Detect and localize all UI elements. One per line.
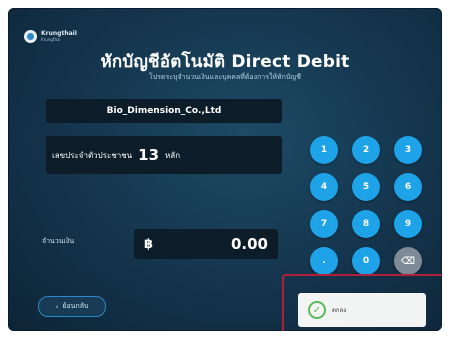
id-suffix: หลัก xyxy=(165,150,181,160)
key-1[interactable]: 1 xyxy=(310,136,338,164)
key-8[interactable]: 8 xyxy=(352,210,380,238)
company-name-field: Bio_Dimension_Co.,Ltd xyxy=(46,99,282,123)
key-9[interactable]: 9 xyxy=(394,210,422,238)
key-5[interactable]: 5 xyxy=(352,173,380,201)
chevron-left-icon: ‹ xyxy=(55,302,59,311)
confirm-button[interactable]: ✓ ตกลง xyxy=(298,293,426,327)
logo-subname: Krungthai xyxy=(41,37,61,42)
page-title: หักบัญชีอัตโนมัติ Direct Debit xyxy=(100,52,350,72)
logo-mark-icon xyxy=(24,30,37,43)
id-prompt: เลขประจำตัวประชาชน xyxy=(52,150,133,160)
atm-screen: KrungthaiI Krungthai หักบัญชีอัตโนมัติ D… xyxy=(8,8,442,331)
backspace-icon[interactable]: ⌫ xyxy=(394,247,422,275)
amount-value: 0.00 xyxy=(230,235,268,253)
check-circle-icon: ✓ xyxy=(308,301,326,319)
confirm-button-label: ตกลง xyxy=(332,307,347,314)
key-3[interactable]: 3 xyxy=(394,136,422,164)
key-2[interactable]: 2 xyxy=(352,136,380,164)
back-button[interactable]: ‹ ย้อนกลับ xyxy=(38,296,106,317)
id-number-field[interactable]: เลขประจำตัวประชาชน 13 หลัก xyxy=(46,136,282,174)
key-4[interactable]: 4 xyxy=(310,173,338,201)
bank-logo: KrungthaiI Krungthai xyxy=(24,30,77,43)
logo-text: KrungthaiI Krungthai xyxy=(41,31,77,42)
amount-label: จำนวนเงิน xyxy=(42,237,75,245)
page-subtitle: โปรดระบุจำนวนเงินและบุคคลที่ต้องการให้หั… xyxy=(148,73,301,81)
key-7[interactable]: 7 xyxy=(310,210,338,238)
key-6[interactable]: 6 xyxy=(394,173,422,201)
id-digit-count: 13 xyxy=(138,146,160,164)
baht-icon: ฿ xyxy=(144,236,154,252)
amount-field[interactable]: ฿ 0.00 xyxy=(134,229,278,259)
key-decimal[interactable]: . xyxy=(310,247,338,275)
numeric-keypad: 1 2 3 4 5 6 7 8 9 . 0 ⌫ xyxy=(310,136,422,275)
back-button-label: ย้อนกลับ xyxy=(62,302,89,310)
key-0[interactable]: 0 xyxy=(352,247,380,275)
